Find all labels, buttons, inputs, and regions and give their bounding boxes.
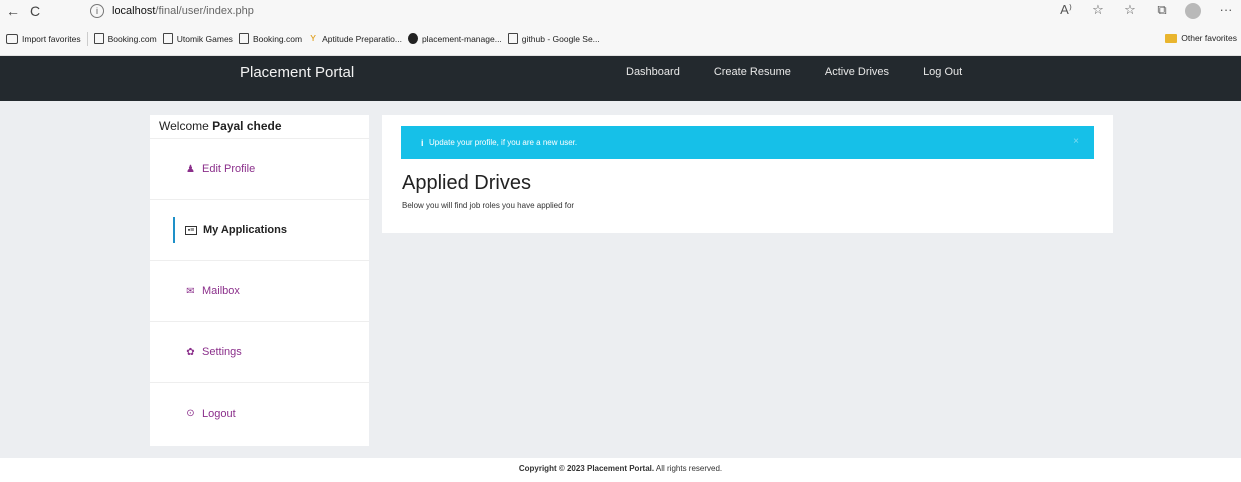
bookmark-divider xyxy=(86,31,88,46)
sidebar-item-label: Logout xyxy=(202,407,236,420)
bookmarks-bar: Import favorites Booking.com Utomik Game… xyxy=(0,22,1241,56)
read-aloud-icon[interactable]: A⁾ xyxy=(1057,2,1075,19)
bookmark-booking[interactable]: Booking.com xyxy=(93,33,157,44)
github-icon xyxy=(407,33,418,44)
brand-title[interactable]: Placement Portal xyxy=(240,64,354,81)
site-info-icon[interactable]: i xyxy=(90,4,104,18)
bookmark-placement-manage[interactable]: placement-manage... xyxy=(407,33,502,44)
user-name: Payal chede xyxy=(212,119,282,133)
sidebar-item-settings[interactable]: ✿ Settings xyxy=(150,322,369,383)
favorites-icon[interactable]: ☆ xyxy=(1121,2,1139,19)
nav-dashboard[interactable]: Dashboard xyxy=(626,66,680,78)
user-icon: ♟ xyxy=(186,163,195,175)
nav-log-out[interactable]: Log Out xyxy=(923,66,962,78)
aptitude-icon: ʏ xyxy=(310,32,316,44)
footer: Copyright © 2023 Placement Portal. All r… xyxy=(0,458,1241,482)
close-icon[interactable]: × xyxy=(1073,136,1079,147)
sidebar-item-my-applications[interactable]: ▪≡ My Applications xyxy=(150,200,369,261)
nav-active-drives[interactable]: Active Drives xyxy=(825,66,889,78)
sidebar-item-mailbox[interactable]: ✉ Mailbox xyxy=(150,261,369,322)
sidebar-item-label: Edit Profile xyxy=(202,163,256,175)
gear-icon: ✿ xyxy=(186,346,195,358)
collections-icon[interactable]: ⧉ xyxy=(1153,2,1171,19)
profile-icon[interactable] xyxy=(1185,2,1203,19)
url-path: /final/user/index.php xyxy=(155,5,254,17)
page-subtitle: Below you will find job roles you have a… xyxy=(402,201,575,210)
info-icon: i xyxy=(421,137,424,148)
page-icon xyxy=(162,33,173,44)
bookmark-aptitude[interactable]: ʏ Aptitude Preparatio... xyxy=(308,33,402,44)
url-host: localhost xyxy=(112,5,156,17)
bookmark-github-google[interactable]: github - Google Se... xyxy=(507,33,600,44)
page-icon xyxy=(238,33,249,44)
nav-links: Dashboard Create Resume Active Drives Lo… xyxy=(626,66,996,78)
back-arrow-icon[interactable]: ← xyxy=(2,0,24,22)
sidebar-item-logout[interactable]: ⊙ Logout xyxy=(150,383,369,444)
rights-text: All rights reserved. xyxy=(654,464,723,473)
browser-toolbar: ← C i localhost/final/user/index.php A⁾ … xyxy=(0,0,1241,22)
page-title: Applied Drives xyxy=(402,172,531,194)
nav-create-resume[interactable]: Create Resume xyxy=(714,66,791,78)
more-icon[interactable]: ··· xyxy=(1217,2,1235,19)
main-content: i Update your profile, if you are a new … xyxy=(382,115,1113,233)
bookmark-booking-2[interactable]: Booking.com xyxy=(238,33,302,44)
page-icon xyxy=(507,33,518,44)
favorite-add-icon[interactable]: ☆ xyxy=(1089,2,1107,19)
address-bar[interactable]: i localhost/final/user/index.php xyxy=(90,3,254,19)
copyright-text: Copyright © 2023 Placement Portal. xyxy=(518,464,655,473)
folder-icon xyxy=(1165,33,1178,43)
bookmark-import-favorites[interactable]: Import favorites xyxy=(6,33,81,44)
profile-alert: i Update your profile, if you are a new … xyxy=(401,126,1094,159)
sidebar-item-label: Settings xyxy=(202,346,242,358)
browser-actions: A⁾ ☆ ☆ ⧉ ··· xyxy=(1057,2,1235,19)
sidebar-item-label: Mailbox xyxy=(202,285,240,297)
app-navbar: Placement Portal Dashboard Create Resume… xyxy=(0,56,1241,101)
bookmark-utomik-games[interactable]: Utomik Games xyxy=(162,33,233,44)
sidebar-item-edit-profile[interactable]: ♟ Edit Profile xyxy=(150,139,369,200)
welcome-text: Welcome Payal chede xyxy=(150,115,369,139)
refresh-icon[interactable]: C xyxy=(24,0,46,22)
bookmark-other-favorites[interactable]: Other favorites xyxy=(1165,33,1237,43)
logout-icon: ⊙ xyxy=(186,408,195,419)
sidebar-item-label: My Applications xyxy=(203,224,287,236)
page-body: Welcome Payal chede ♟ Edit Profile ▪≡ My A… xyxy=(0,101,1241,458)
sidebar: Welcome Payal chede ♟ Edit Profile ▪≡ My A… xyxy=(150,115,369,446)
import-icon xyxy=(6,33,18,44)
envelope-icon: ✉ xyxy=(186,285,195,297)
page-icon xyxy=(93,33,104,44)
alert-text: Update your profile, if you are a new us… xyxy=(429,138,578,147)
id-card-icon: ▪≡ xyxy=(185,225,197,235)
